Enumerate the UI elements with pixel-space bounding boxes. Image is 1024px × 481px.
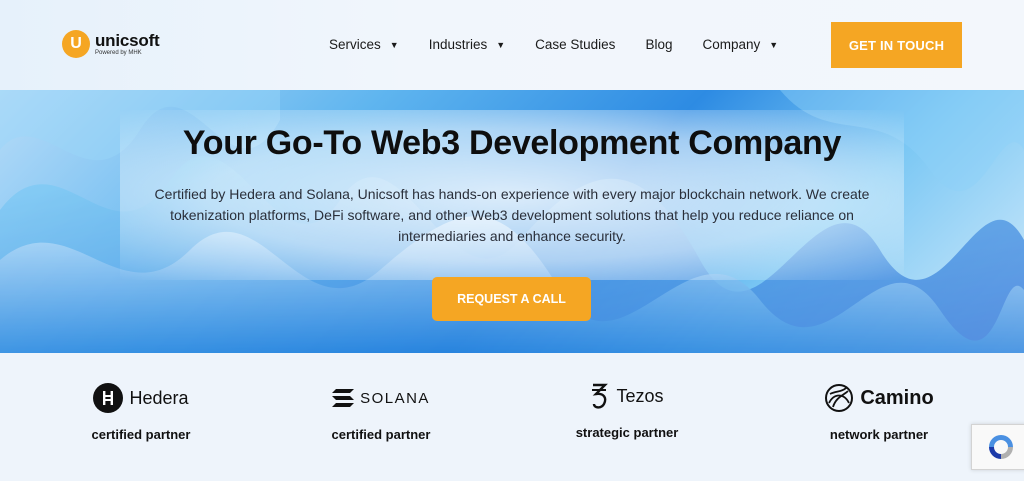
nav-label: Services [329, 37, 381, 52]
partner-logo: SOLANA [281, 381, 481, 415]
partner-logo: Camino [779, 381, 979, 415]
partner-logo: Tezos [527, 379, 727, 413]
main-nav: Services ▼ Industries ▼ Case Studies Blo… [329, 37, 808, 52]
page-title: Your Go-To Web3 Development Company [182, 124, 842, 162]
partner-solana: SOLANA certified partner [281, 381, 481, 442]
partner-caption: strategic partner [575, 425, 679, 440]
partner-camino: Camino network partner [779, 381, 979, 442]
partner-name: Hedera [129, 387, 189, 408]
site-header: U unicsoft Powered by MHK Services ▼ Ind… [0, 0, 1024, 90]
get-in-touch-button[interactable]: GET IN TOUCH [831, 22, 962, 68]
partners-strip: Hedera certified partner SOLANA certifie… [0, 353, 1024, 481]
partner-logo: Hedera [41, 381, 241, 415]
nav-label: Blog [645, 37, 673, 52]
request-a-call-button[interactable]: REQUEST A CALL [432, 277, 591, 321]
nav-item-company[interactable]: Company ▼ [702, 37, 778, 52]
brand-name: unicsoft [95, 31, 160, 50]
partner-caption: network partner [829, 427, 929, 442]
partner-hedera: Hedera certified partner [41, 381, 241, 442]
hero-section: Your Go-To Web3 Development Company Cert… [0, 90, 1024, 353]
nav-label: Case Studies [535, 37, 616, 52]
hedera-icon [93, 383, 124, 413]
caret-down-icon: ▼ [389, 39, 399, 50]
caret-down-icon: ▼ [496, 39, 506, 50]
hero-description: Certified by Hedera and Solana, Unicsoft… [154, 186, 870, 244]
partner-caption: certified partner [331, 427, 431, 442]
partner-tezos: Tezos strategic partner [527, 379, 727, 440]
brand-logo[interactable]: U unicsoft Powered by MHK [62, 30, 160, 58]
partner-name: Camino [860, 386, 934, 409]
caret-down-icon: ▼ [769, 39, 779, 50]
logo-text: unicsoft Powered by MHK [95, 32, 160, 56]
tezos-icon [592, 383, 609, 409]
partner-caption: certified partner [91, 427, 191, 442]
camino-icon [825, 384, 854, 412]
nav-item-industries[interactable]: Industries ▼ [429, 37, 505, 52]
recaptcha-icon [989, 435, 1013, 459]
partner-name: Tezos [616, 385, 664, 406]
nav-label: Industries [428, 37, 488, 52]
partner-name: SOLANA [360, 389, 430, 407]
recaptcha-badge[interactable] [971, 424, 1024, 470]
brand-tagline: Powered by MHK [95, 50, 142, 56]
logo-badge-icon: U [62, 30, 90, 58]
solana-icon [332, 389, 355, 407]
nav-item-services[interactable]: Services ▼ [329, 37, 399, 52]
nav-item-blog[interactable]: Blog [645, 37, 672, 52]
nav-item-case-studies[interactable]: Case Studies [535, 37, 615, 52]
nav-label: Company [702, 37, 761, 52]
